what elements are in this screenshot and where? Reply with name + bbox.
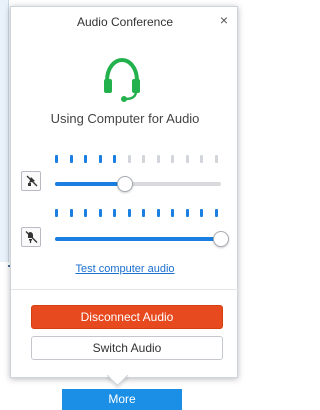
disconnect-audio-button[interactable]: Disconnect Audio xyxy=(31,305,223,329)
level-segment xyxy=(55,155,58,163)
level-segment xyxy=(55,209,58,217)
background-panel xyxy=(0,0,9,262)
level-segment xyxy=(185,209,189,217)
level-segment xyxy=(84,155,87,163)
test-computer-audio-link[interactable]: Test computer audio xyxy=(11,263,239,275)
level-segment xyxy=(69,209,73,217)
speaker-mute-button[interactable] xyxy=(21,227,41,247)
level-segment xyxy=(200,209,203,217)
level-segment xyxy=(113,209,116,217)
level-segment xyxy=(142,209,145,217)
level-segment xyxy=(156,155,160,163)
level-segment xyxy=(113,155,116,163)
level-segment xyxy=(200,155,203,163)
level-segment xyxy=(214,209,218,217)
level-segment xyxy=(156,209,160,217)
microphone-muted-icon xyxy=(26,175,38,187)
headset-icon xyxy=(104,57,140,102)
level-segment xyxy=(171,209,174,217)
level-segment xyxy=(185,155,189,163)
speaker-volume-slider[interactable] xyxy=(213,231,229,247)
level-segment xyxy=(142,155,145,163)
microphone-volume-track[interactable] xyxy=(55,182,221,186)
more-button[interactable]: More xyxy=(62,389,182,410)
level-segment xyxy=(98,209,102,217)
speaker-level-meter xyxy=(55,209,229,219)
level-segment xyxy=(84,209,87,217)
speaker-volume-track[interactable] xyxy=(55,237,221,241)
level-segment xyxy=(171,155,174,163)
microphone-volume-slider[interactable] xyxy=(116,176,133,192)
level-segment xyxy=(98,155,102,163)
level-segment xyxy=(69,155,73,163)
divider xyxy=(11,289,239,290)
level-segment xyxy=(127,209,131,217)
speaker-muted-icon xyxy=(25,231,38,243)
close-icon[interactable]: × xyxy=(217,13,231,27)
level-segment xyxy=(214,155,218,163)
popup-title: Audio Conference xyxy=(76,15,174,29)
level-segment xyxy=(127,155,131,163)
audio-status-text: Using Computer for Audio xyxy=(50,111,200,126)
microphone-level-meter xyxy=(55,155,229,165)
switch-audio-button[interactable]: Switch Audio xyxy=(31,336,223,360)
audio-conference-popup: Audio Conference × Using Computer for Au… xyxy=(10,6,239,378)
microphone-mute-button[interactable] xyxy=(21,171,41,191)
